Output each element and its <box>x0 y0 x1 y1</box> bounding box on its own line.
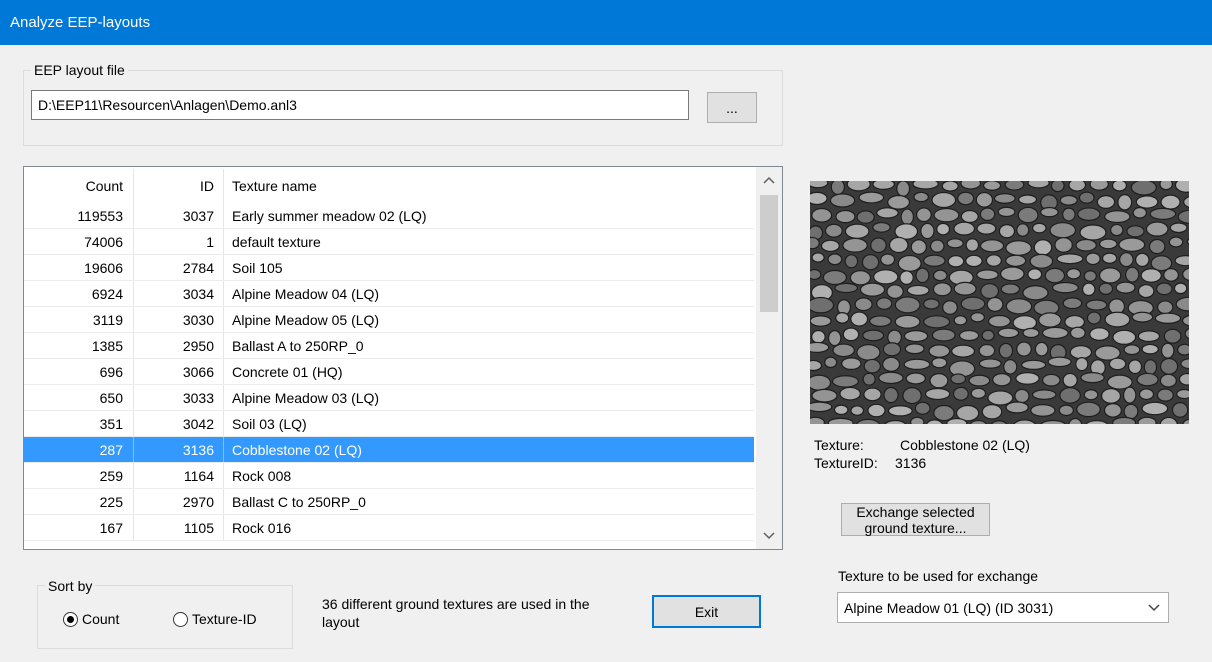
sort-by-textureid-radio[interactable]: Texture-ID <box>173 611 257 627</box>
cell-count: 351 <box>24 411 134 436</box>
table-row[interactable]: 259 1164 Rock 008 <box>24 463 754 489</box>
cell-id: 2950 <box>134 333 224 358</box>
cell-texture-name: Alpine Meadow 05 (LQ) <box>232 312 380 328</box>
cell-count: 1385 <box>24 333 134 358</box>
cell-count: 287 <box>24 437 134 462</box>
table-row[interactable]: 3119 3030 Alpine Meadow 05 (LQ) <box>24 307 754 333</box>
cell-texture-name: Concrete 01 (HQ) <box>232 364 343 380</box>
radio-indicator <box>173 611 188 627</box>
exchange-combo-label: Texture to be used for exchange <box>838 568 1039 584</box>
sort-group-legend: Sort by <box>45 578 96 594</box>
table-row[interactable]: 19606 2784 Soil 105 <box>24 255 754 281</box>
sort-by-count-label: Count <box>82 611 120 627</box>
table-row[interactable]: 696 3066 Concrete 01 (HQ) <box>24 359 754 385</box>
column-header-count[interactable]: Count <box>24 169 134 203</box>
cell-id: 2784 <box>134 255 224 280</box>
cell-count: 696 <box>24 359 134 384</box>
table-row[interactable]: 351 3042 Soil 03 (LQ) <box>24 411 754 437</box>
cell-texture-name: Ballast A to 250RP_0 <box>232 338 364 354</box>
cell-id: 3030 <box>134 307 224 332</box>
radio-selected-indicator <box>63 611 78 627</box>
cell-count: 650 <box>24 385 134 410</box>
exit-button[interactable]: Exit <box>652 595 761 628</box>
cell-id: 2970 <box>134 489 224 514</box>
window-title: Analyze EEP-layouts <box>10 14 151 31</box>
list-header: Count ID Texture name <box>24 169 754 203</box>
texture-label: Texture: <box>814 437 864 453</box>
column-header-id[interactable]: ID <box>134 169 224 203</box>
cell-id: 1164 <box>134 463 224 488</box>
browse-button[interactable]: ... <box>707 92 757 123</box>
cell-id: 3037 <box>134 203 224 228</box>
texture-preview-image <box>810 181 1189 424</box>
scroll-up-arrow[interactable] <box>756 167 782 193</box>
cell-count: 119553 <box>24 203 134 228</box>
cell-id: 1105 <box>134 515 224 540</box>
chevron-down-icon <box>1148 599 1160 615</box>
table-row[interactable]: 1385 2950 Ballast A to 250RP_0 <box>24 333 754 359</box>
cell-texture-name: Rock 008 <box>232 468 292 484</box>
cell-texture-name: Alpine Meadow 03 (LQ) <box>232 390 380 406</box>
cell-texture-name: Rock 016 <box>232 520 292 536</box>
textureid-label: TextureID: <box>814 455 878 471</box>
chevron-up-icon <box>763 176 775 184</box>
cell-texture-name: Soil 03 (LQ) <box>232 416 307 432</box>
texture-list[interactable]: Count ID Texture name 119553 3037 Early … <box>23 166 783 550</box>
cell-id: 3136 <box>134 437 224 462</box>
table-row-selected[interactable]: 287 3136 Cobblestone 02 (LQ) <box>24 437 754 463</box>
summary-text: 36 different ground textures are used in… <box>322 596 590 630</box>
column-header-texture-name[interactable]: Texture name <box>224 169 754 203</box>
cell-count: 167 <box>24 515 134 540</box>
cell-id: 3066 <box>134 359 224 384</box>
table-row[interactable]: 650 3033 Alpine Meadow 03 (LQ) <box>24 385 754 411</box>
scroll-thumb[interactable] <box>760 195 778 312</box>
cell-count: 19606 <box>24 255 134 280</box>
cell-count: 225 <box>24 489 134 514</box>
window-title-bar: Analyze EEP-layouts <box>0 0 1212 45</box>
texture-name-value: Cobblestone 02 (LQ) <box>900 437 1030 453</box>
cell-texture-name: default texture <box>232 234 321 250</box>
exchange-texture-selected: Alpine Meadow 01 (LQ) (ID 3031) <box>844 599 1054 616</box>
sort-by-count-radio[interactable]: Count <box>63 611 119 627</box>
cell-texture-name: Ballast C to 250RP_0 <box>232 494 366 510</box>
list-vertical-scrollbar[interactable] <box>756 167 782 549</box>
exchange-texture-select[interactable]: Alpine Meadow 01 (LQ) (ID 3031) <box>837 592 1169 623</box>
scroll-down-arrow[interactable] <box>756 523 782 549</box>
cell-count: 74006 <box>24 229 134 254</box>
table-row[interactable]: 119553 3037 Early summer meadow 02 (LQ) <box>24 203 754 229</box>
cell-texture-name: Soil 105 <box>232 260 283 276</box>
cell-count: 6924 <box>24 281 134 306</box>
table-row[interactable]: 74006 1 default texture <box>24 229 754 255</box>
cell-id: 3042 <box>134 411 224 436</box>
cell-id: 3034 <box>134 281 224 306</box>
cell-texture-name: Early summer meadow 02 (LQ) <box>232 208 427 224</box>
table-row[interactable]: 225 2970 Ballast C to 250RP_0 <box>24 489 754 515</box>
cell-count: 3119 <box>24 307 134 332</box>
table-row[interactable]: 6924 3034 Alpine Meadow 04 (LQ) <box>24 281 754 307</box>
chevron-down-icon <box>763 532 775 540</box>
exchange-texture-button[interactable]: Exchange selected ground texture... <box>841 503 990 536</box>
cell-id: 1 <box>134 229 224 254</box>
cell-id: 3033 <box>134 385 224 410</box>
layout-file-path-input[interactable] <box>31 90 689 120</box>
cell-texture-name: Alpine Meadow 04 (LQ) <box>232 286 380 302</box>
cell-count: 259 <box>24 463 134 488</box>
cell-texture-name: Cobblestone 02 (LQ) <box>232 442 362 458</box>
cobblestone-texture-image <box>810 181 1189 424</box>
sort-by-textureid-label: Texture-ID <box>192 611 257 627</box>
file-group-legend: EEP layout file <box>31 62 128 78</box>
table-row[interactable]: 167 1105 Rock 016 <box>24 515 754 541</box>
textureid-value: 3136 <box>895 455 927 471</box>
